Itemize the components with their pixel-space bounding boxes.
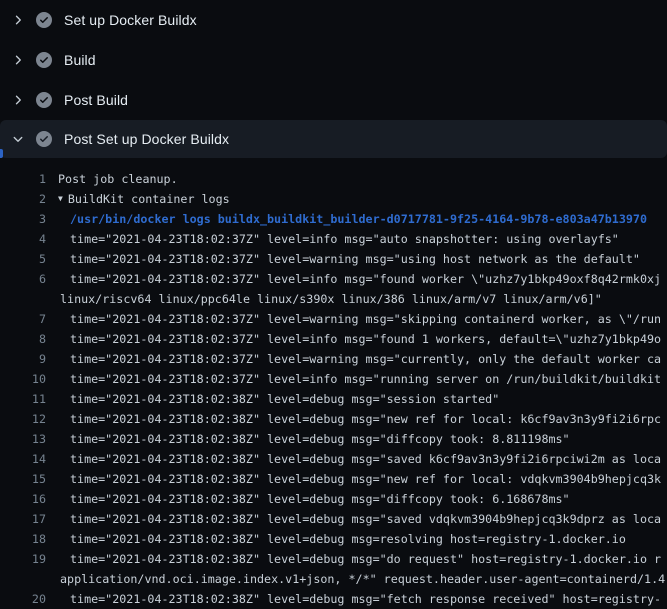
line-number[interactable]: 8 bbox=[0, 329, 46, 349]
log-text: BuildKit container logs bbox=[68, 189, 230, 209]
steps-list: Set up Docker Buildx Build Post Build bbox=[0, 0, 667, 158]
log-line: linux/riscv64 linux/ppc64le linux/s390x … bbox=[0, 289, 667, 309]
log-text: time="2021-04-23T18:02:38Z" level=debug … bbox=[70, 589, 661, 609]
step-label: Set up Docker Buildx bbox=[64, 12, 197, 28]
log-text: time="2021-04-23T18:02:38Z" level=debug … bbox=[70, 549, 661, 569]
line-number[interactable]: 16 bbox=[0, 489, 46, 509]
log-line: 9 time="2021-04-23T18:02:37Z" level=warn… bbox=[0, 349, 667, 369]
log-panel: 1 Post job cleanup. 2 ▼ BuildKit contain… bbox=[0, 158, 667, 609]
log-line: 4 time="2021-04-23T18:02:37Z" level=info… bbox=[0, 229, 667, 249]
log-line: 1 Post job cleanup. bbox=[0, 169, 667, 189]
line-number[interactable]: 7 bbox=[0, 309, 46, 329]
check-circle-icon bbox=[36, 131, 52, 147]
line-number[interactable] bbox=[0, 569, 46, 589]
log-line: 14 time="2021-04-23T18:02:38Z" level=deb… bbox=[0, 449, 667, 469]
log-text: linux/riscv64 linux/ppc64le linux/s390x … bbox=[60, 289, 602, 309]
log-text: time="2021-04-23T18:02:37Z" level=warnin… bbox=[70, 249, 640, 269]
log-line: 16 time="2021-04-23T18:02:38Z" level=deb… bbox=[0, 489, 667, 509]
focus-indicator bbox=[0, 149, 3, 158]
line-number[interactable] bbox=[0, 289, 46, 309]
log-line: 8 time="2021-04-23T18:02:37Z" level=info… bbox=[0, 329, 667, 349]
chevron-icon bbox=[12, 12, 24, 28]
step-row-post-build[interactable]: Post Build bbox=[0, 80, 667, 120]
log-line: 20 time="2021-04-23T18:02:38Z" level=deb… bbox=[0, 589, 667, 609]
line-number[interactable]: 4 bbox=[0, 229, 46, 249]
log-text: time="2021-04-23T18:02:38Z" level=debug … bbox=[70, 409, 661, 429]
line-number[interactable]: 5 bbox=[0, 249, 46, 269]
log-line: 18 time="2021-04-23T18:02:38Z" level=deb… bbox=[0, 529, 667, 549]
log-text: time="2021-04-23T18:02:38Z" level=debug … bbox=[70, 449, 661, 469]
log-text: application/vnd.oci.image.index.v1+json,… bbox=[60, 569, 665, 589]
log-line: 12 time="2021-04-23T18:02:38Z" level=deb… bbox=[0, 409, 667, 429]
log-line: 10 time="2021-04-23T18:02:37Z" level=inf… bbox=[0, 369, 667, 389]
log-text: time="2021-04-23T18:02:38Z" level=debug … bbox=[70, 489, 570, 509]
line-number[interactable]: 20 bbox=[0, 589, 46, 609]
line-number[interactable]: 19 bbox=[0, 549, 46, 569]
step-label: Post Set up Docker Buildx bbox=[64, 131, 229, 147]
log-text: time="2021-04-23T18:02:38Z" level=debug … bbox=[70, 469, 661, 489]
chevron-icon bbox=[12, 92, 24, 108]
log-line: 17 time="2021-04-23T18:02:38Z" level=deb… bbox=[0, 509, 667, 529]
log-line: application/vnd.oci.image.index.v1+json,… bbox=[0, 569, 667, 589]
line-number[interactable]: 10 bbox=[0, 369, 46, 389]
log-line: 15 time="2021-04-23T18:02:38Z" level=deb… bbox=[0, 469, 667, 489]
line-number[interactable]: 13 bbox=[0, 429, 46, 449]
log-text: time="2021-04-23T18:02:38Z" level=debug … bbox=[70, 529, 626, 549]
log-line: 19 time="2021-04-23T18:02:38Z" level=deb… bbox=[0, 549, 667, 569]
log-text: time="2021-04-23T18:02:38Z" level=debug … bbox=[70, 509, 661, 529]
log-text: /usr/bin/docker logs buildx_buildkit_bui… bbox=[70, 209, 647, 229]
log-text: time="2021-04-23T18:02:38Z" level=debug … bbox=[70, 429, 570, 449]
step-label: Post Build bbox=[64, 92, 128, 108]
log-line: 3 /usr/bin/docker logs buildx_buildkit_b… bbox=[0, 209, 667, 229]
line-number[interactable]: 17 bbox=[0, 509, 46, 529]
log-text: time="2021-04-23T18:02:38Z" level=debug … bbox=[70, 389, 499, 409]
step-row-set-up-docker-buildx[interactable]: Set up Docker Buildx bbox=[0, 0, 667, 40]
log-text: Post job cleanup. bbox=[58, 169, 178, 189]
line-number[interactable]: 1 bbox=[0, 169, 46, 189]
line-number[interactable]: 3 bbox=[0, 209, 46, 229]
log-line: 13 time="2021-04-23T18:02:38Z" level=deb… bbox=[0, 429, 667, 449]
log-text: time="2021-04-23T18:02:37Z" level=warnin… bbox=[70, 349, 661, 369]
step-row-post-set-up-docker-buildx[interactable]: Post Set up Docker Buildx bbox=[0, 120, 667, 158]
line-number[interactable]: 2 bbox=[0, 189, 46, 209]
log-text: time="2021-04-23T18:02:37Z" level=warnin… bbox=[70, 309, 661, 329]
line-number[interactable]: 15 bbox=[0, 469, 46, 489]
log-text: time="2021-04-23T18:02:37Z" level=info m… bbox=[70, 229, 619, 249]
line-number[interactable]: 6 bbox=[0, 269, 46, 289]
log-line: 11 time="2021-04-23T18:02:38Z" level=deb… bbox=[0, 389, 667, 409]
line-number[interactable]: 18 bbox=[0, 529, 46, 549]
log-text: time="2021-04-23T18:02:37Z" level=info m… bbox=[70, 269, 661, 289]
group-toggle-icon[interactable]: ▼ bbox=[58, 189, 63, 209]
line-number[interactable]: 11 bbox=[0, 389, 46, 409]
check-circle-icon bbox=[36, 12, 52, 28]
line-number[interactable]: 9 bbox=[0, 349, 46, 369]
log-text: time="2021-04-23T18:02:37Z" level=info m… bbox=[70, 329, 661, 349]
chevron-icon bbox=[12, 131, 24, 147]
log-line: 7 time="2021-04-23T18:02:37Z" level=warn… bbox=[0, 309, 667, 329]
log-line: 6 time="2021-04-23T18:02:37Z" level=info… bbox=[0, 269, 667, 289]
line-number[interactable]: 14 bbox=[0, 449, 46, 469]
chevron-icon bbox=[12, 52, 24, 68]
step-label: Build bbox=[64, 52, 96, 68]
step-row-build[interactable]: Build bbox=[0, 40, 667, 80]
check-circle-icon bbox=[36, 92, 52, 108]
log-line: 2 ▼ BuildKit container logs bbox=[0, 189, 667, 209]
log-line: 5 time="2021-04-23T18:02:37Z" level=warn… bbox=[0, 249, 667, 269]
check-circle-icon bbox=[36, 52, 52, 68]
log-text: time="2021-04-23T18:02:37Z" level=info m… bbox=[70, 369, 661, 389]
line-number[interactable]: 12 bbox=[0, 409, 46, 429]
